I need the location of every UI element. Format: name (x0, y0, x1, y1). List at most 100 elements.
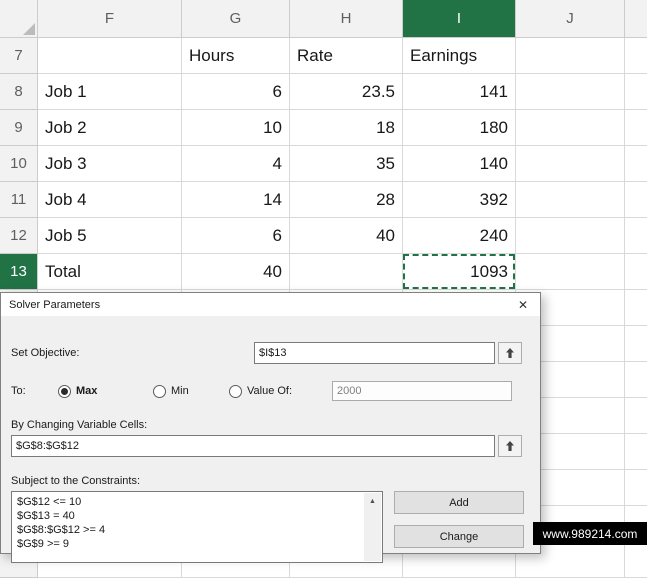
dialog-titlebar[interactable]: Solver Parameters ✕ (1, 293, 540, 316)
min-radio-option[interactable]: Min (153, 384, 229, 398)
to-row: To: Max Min Value Of: (11, 381, 522, 401)
cell[interactable] (625, 326, 647, 362)
cell-g12[interactable]: 6 (182, 218, 290, 254)
cell-j12[interactable] (516, 218, 625, 254)
scroll-up-icon[interactable]: ▲ (364, 493, 381, 510)
cell-h12[interactable]: 40 (290, 218, 403, 254)
cell-h8[interactable]: 23.5 (290, 74, 403, 110)
by-changing-label: By Changing Variable Cells: (11, 419, 148, 431)
cell[interactable] (625, 74, 647, 110)
add-button[interactable]: Add (394, 491, 524, 514)
cell-i11[interactable]: 392 (403, 182, 516, 218)
cell-f7[interactable] (38, 38, 182, 74)
cell[interactable] (625, 38, 647, 74)
solver-parameters-dialog: Solver Parameters ✕ Set Objective: To: M… (0, 292, 541, 563)
close-icon[interactable]: ✕ (506, 293, 540, 316)
column-header-i[interactable]: I (403, 0, 516, 38)
cell-j9[interactable] (516, 110, 625, 146)
constraint-item[interactable]: $G$9 >= 9 (17, 537, 360, 551)
cell[interactable] (625, 182, 647, 218)
cell[interactable] (625, 254, 647, 290)
cell-f11[interactable]: Job 4 (38, 182, 182, 218)
row-header-11[interactable]: 11 (0, 182, 38, 218)
cell[interactable] (625, 362, 647, 398)
cell-h10[interactable]: 35 (290, 146, 403, 182)
range-selector-button[interactable] (498, 342, 522, 364)
row-header-8[interactable]: 8 (0, 74, 38, 110)
value-of-radio-option[interactable]: Value Of: (229, 384, 293, 398)
cell-h11[interactable]: 28 (290, 182, 403, 218)
cell-h13[interactable] (290, 254, 403, 290)
cell-h7[interactable]: Rate (290, 38, 403, 74)
value-of-radio-icon[interactable] (229, 384, 242, 398)
cell-f8[interactable]: Job 1 (38, 74, 182, 110)
cell-i10[interactable]: 140 (403, 146, 516, 182)
active-cell-i13[interactable]: 1093 (403, 254, 516, 290)
cell-f12[interactable]: Job 5 (38, 218, 182, 254)
column-header-h[interactable]: H (290, 0, 403, 38)
select-all-button[interactable] (0, 0, 38, 38)
row-header-13[interactable]: 13 (0, 254, 38, 290)
dialog-body: Set Objective: To: Max Min Value Of: By … (1, 342, 540, 563)
cell[interactable] (625, 470, 647, 506)
cell[interactable] (625, 290, 647, 326)
cell-i9[interactable]: 180 (403, 110, 516, 146)
max-radio-option[interactable]: Max (58, 384, 153, 398)
constraint-item[interactable]: $G$13 = 40 (17, 509, 360, 523)
column-header-j[interactable]: J (516, 0, 625, 38)
grid-row-11: 11 Job 4 14 28 392 (0, 182, 647, 218)
grid-row-12: 12 Job 5 6 40 240 (0, 218, 647, 254)
cell-j7[interactable] (516, 38, 625, 74)
set-objective-input[interactable] (254, 342, 495, 364)
column-header-f[interactable]: F (38, 0, 182, 38)
cell-g10[interactable]: 4 (182, 146, 290, 182)
column-header-partial[interactable] (625, 0, 647, 38)
grid-row-10: 10 Job 3 4 35 140 (0, 146, 647, 182)
cell[interactable] (625, 434, 647, 470)
row-header-9[interactable]: 9 (0, 110, 38, 146)
set-objective-row: Set Objective: (11, 342, 522, 364)
cell-h9[interactable]: 18 (290, 110, 403, 146)
cell-g13[interactable]: 40 (182, 254, 290, 290)
range-selector-button[interactable] (498, 435, 522, 457)
cell-j11[interactable] (516, 182, 625, 218)
cell-f9[interactable]: Job 2 (38, 110, 182, 146)
cell-i12[interactable]: 240 (403, 218, 516, 254)
cell-g9[interactable]: 10 (182, 110, 290, 146)
column-header-row: F G H I J (0, 0, 647, 38)
cell-f10[interactable]: Job 3 (38, 146, 182, 182)
cell-f13[interactable]: Total (38, 254, 182, 290)
cell-j8[interactable] (516, 74, 625, 110)
cell[interactable] (625, 146, 647, 182)
cell-j13[interactable] (516, 254, 625, 290)
cell-j10[interactable] (516, 146, 625, 182)
row-header-7[interactable]: 7 (0, 38, 38, 74)
cell[interactable] (625, 542, 647, 578)
max-radio-label: Max (76, 385, 98, 397)
row-header-12[interactable]: 12 (0, 218, 38, 254)
by-changing-input[interactable] (11, 435, 495, 457)
min-radio-icon[interactable] (153, 384, 166, 398)
cell[interactable] (625, 110, 647, 146)
collapse-dialog-icon (506, 441, 514, 451)
value-of-radio-label: Value Of: (247, 385, 293, 397)
collapse-dialog-icon (506, 348, 514, 358)
cell[interactable] (625, 218, 647, 254)
cell-i8[interactable]: 141 (403, 74, 516, 110)
constraint-item[interactable]: $G$12 <= 10 (17, 495, 360, 509)
row-header-10[interactable]: 10 (0, 146, 38, 182)
dialog-title: Solver Parameters (9, 298, 101, 311)
grid-row-13: 13 Total 40 1093 (0, 254, 647, 290)
cell-i7[interactable]: Earnings (403, 38, 516, 74)
cell-g11[interactable]: 14 (182, 182, 290, 218)
cell[interactable] (625, 398, 647, 434)
listbox-scrollbar[interactable]: ▲ (364, 493, 381, 561)
constraints-listbox[interactable]: $G$12 <= 10 $G$13 = 40 $G$8:$G$12 >= 4 $… (11, 491, 383, 563)
value-of-input[interactable] (332, 381, 513, 401)
column-header-g[interactable]: G (182, 0, 290, 38)
select-all-triangle-icon (23, 23, 35, 35)
cell-g7[interactable]: Hours (182, 38, 290, 74)
cell-g8[interactable]: 6 (182, 74, 290, 110)
max-radio-icon[interactable] (58, 384, 71, 398)
constraint-item[interactable]: $G$8:$G$12 >= 4 (17, 523, 360, 537)
